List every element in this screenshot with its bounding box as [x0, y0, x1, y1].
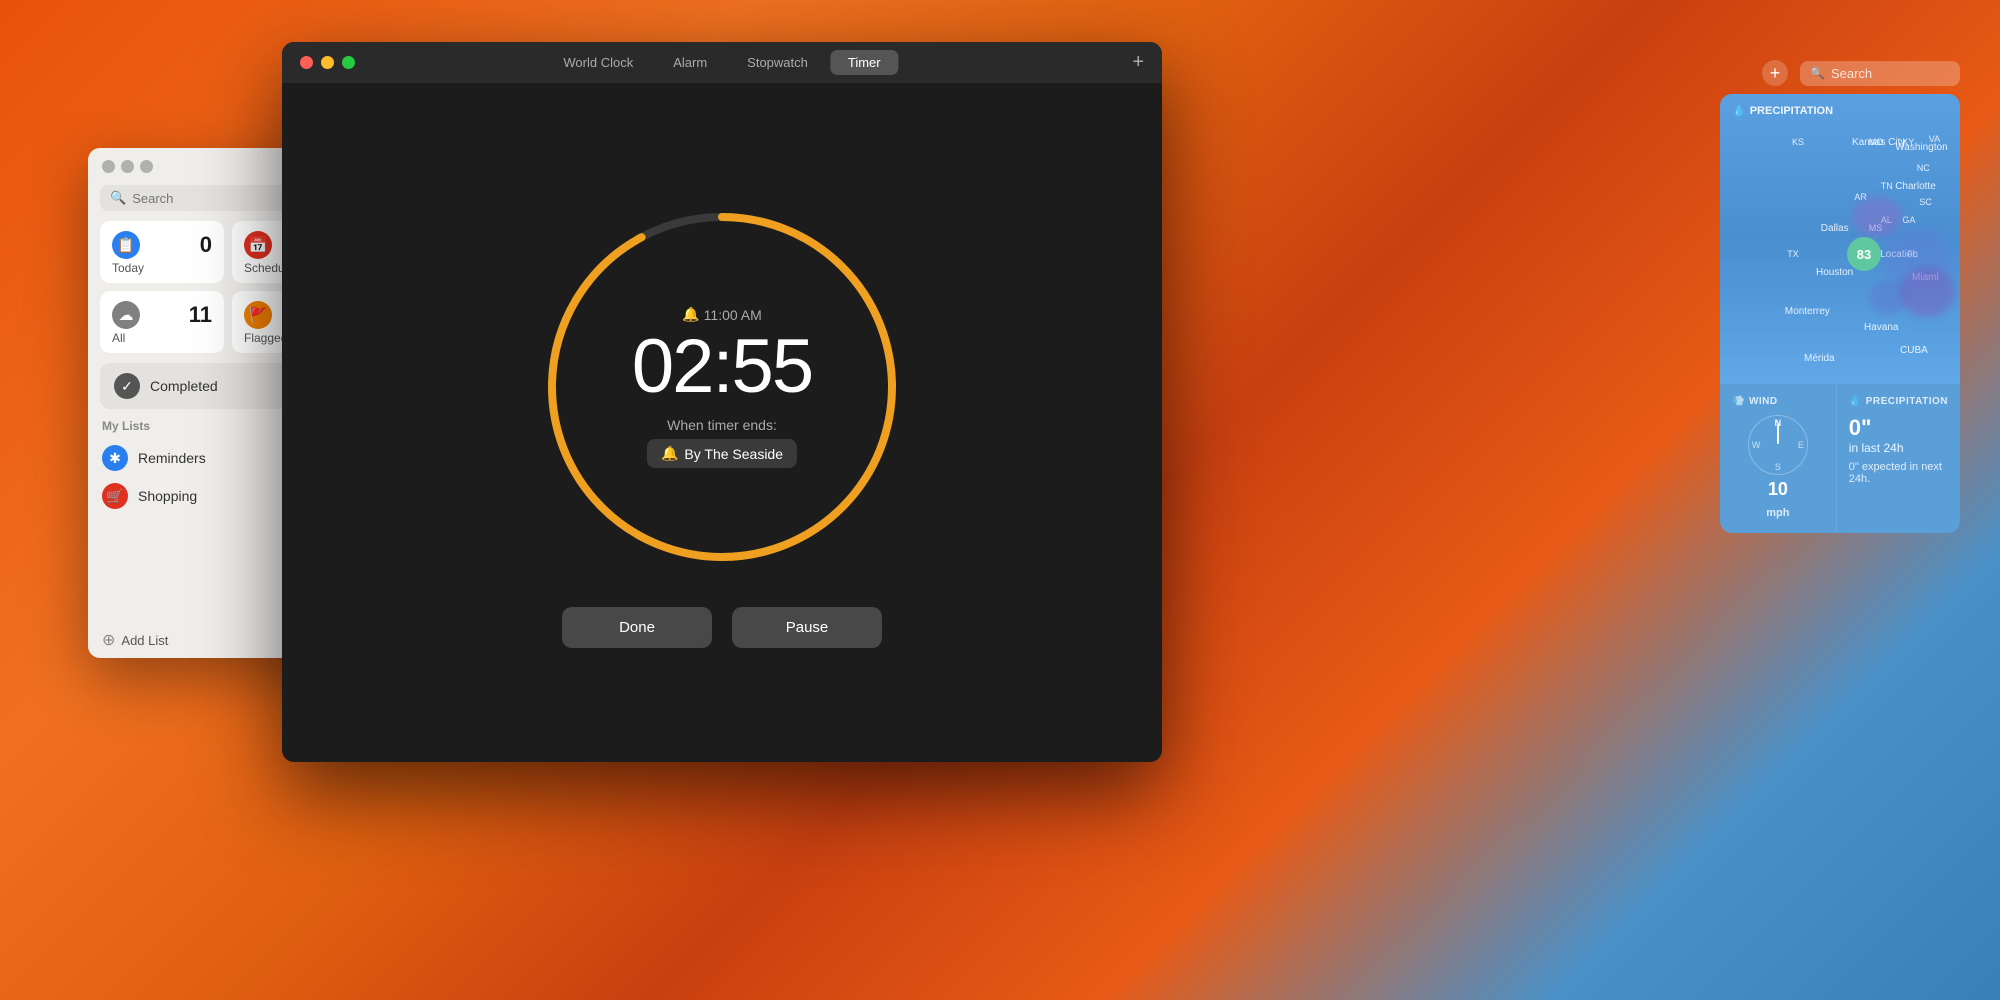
weather-add-button[interactable]: + — [1762, 60, 1788, 86]
precip-amount-label-text: PRECIPITATION — [1866, 396, 1948, 407]
completed-label: Completed — [150, 378, 218, 394]
search-icon: 🔍 — [110, 190, 126, 206]
completed-check-icon: ✓ — [114, 373, 140, 399]
scheduled-icon: 📅 — [244, 231, 272, 259]
compass-needle — [1777, 424, 1779, 444]
timer-inner: 🔔 11:00 AM 02:55 When timer ends: 🔔 By T… — [632, 306, 812, 468]
label-tn: TN — [1881, 181, 1893, 191]
label-tx: TX — [1787, 249, 1799, 259]
label-mo: MO — [1869, 137, 1884, 147]
compass-w-label: W — [1752, 440, 1761, 450]
clock-close-button[interactable] — [300, 56, 313, 69]
precip-amount-label: 💧 PRECIPITATION — [1849, 396, 1948, 407]
label-sc: SC — [1919, 197, 1932, 207]
precip-amount-value: 0" — [1849, 415, 1948, 441]
timer-sound-name: By The Seaside — [684, 446, 783, 462]
timer-circle-container: 🔔 11:00 AM 02:55 When timer ends: 🔔 By T… — [532, 197, 912, 577]
weather-bottom-cards: 💨 WIND N S E W 10 mph 💧 PRECIPITATIO — [1720, 384, 1960, 533]
city-cuba: CUBA — [1900, 345, 1928, 356]
weather-search-bar[interactable]: 🔍 — [1800, 61, 1960, 86]
shopping-list-icon: 🛒 — [102, 483, 128, 509]
city-dallas: Dallas — [1821, 223, 1849, 234]
add-list-icon: ⊕ — [102, 630, 115, 650]
timer-done-button[interactable]: Done — [562, 607, 712, 648]
weather-precip-header: 💧 PRECIPITATION — [1732, 104, 1833, 117]
tab-world-clock[interactable]: World Clock — [545, 50, 651, 75]
weather-map: 💧 PRECIPITATION Kansas City Washington C… — [1720, 94, 1960, 384]
city-havana: Havana — [1864, 322, 1898, 333]
weather-precipitation-card: 💧 PRECIPITATION 0" in last 24h 0" expect… — [1837, 384, 1960, 533]
minimize-button[interactable] — [121, 160, 134, 173]
weather-topbar: + 🔍 — [1720, 60, 1960, 94]
grid-item-today[interactable]: 📋 0 Today — [100, 221, 224, 283]
all-label: All — [112, 331, 212, 345]
timer-alarm-label: 🔔 11:00 AM — [682, 306, 762, 323]
wind-label-text: WIND — [1749, 396, 1778, 407]
wind-label: 💨 WIND — [1732, 396, 1824, 407]
close-button[interactable] — [102, 160, 115, 173]
clock-panel: World Clock Alarm Stopwatch Timer + 🔔 11… — [282, 42, 1162, 762]
today-count: 0 — [200, 232, 212, 258]
temp-bubble: 83 — [1847, 237, 1881, 271]
sound-emoji-icon: 🔔 — [661, 445, 678, 462]
clock-titlebar: World Clock Alarm Stopwatch Timer + — [282, 42, 1162, 83]
wind-compass: N S E W — [1748, 415, 1808, 475]
clock-minimize-button[interactable] — [321, 56, 334, 69]
tab-timer[interactable]: Timer — [830, 50, 899, 75]
add-list-label: Add List — [121, 633, 168, 648]
grid-item-all[interactable]: ☁ 11 All — [100, 291, 224, 353]
today-label: Today — [112, 261, 212, 275]
wind-unit: mph — [1766, 507, 1789, 519]
precip-blob-4 — [1869, 280, 1909, 315]
clock-add-button[interactable]: + — [1132, 51, 1144, 74]
label-va: VA — [1929, 134, 1940, 144]
weather-panel: + 🔍 💧 PRECIPITATION Kansas City Washingt… — [1720, 60, 1960, 533]
precip-icon: 💧 — [1732, 104, 1746, 117]
city-charlotte: Charlotte — [1895, 181, 1936, 192]
reminders-list-icon: ✱ — [102, 445, 128, 471]
precip-amount-icon: 💧 — [1849, 396, 1862, 407]
timer-pause-button[interactable]: Pause — [732, 607, 882, 648]
precip-blob-1 — [1852, 197, 1902, 237]
city-houston: Houston — [1816, 267, 1853, 278]
flagged-icon: 🚩 — [244, 301, 272, 329]
timer-buttons: Done Pause — [562, 607, 882, 648]
maximize-button[interactable] — [140, 160, 153, 173]
timer-sound-button[interactable]: 🔔 By The Seaside — [647, 439, 797, 468]
city-monterrey: Monterrey — [1785, 306, 1830, 317]
all-count: 11 — [189, 302, 212, 328]
label-nc: NC — [1917, 163, 1930, 173]
timer-when-ends-label: When timer ends: — [667, 417, 777, 433]
label-ga: GA — [1902, 215, 1915, 225]
compass-e-label: E — [1798, 440, 1804, 450]
timer-display: 02:55 — [632, 329, 812, 405]
all-icon: ☁ — [112, 301, 140, 329]
alarm-time: 11:00 AM — [704, 307, 762, 323]
city-merida: Mérida — [1804, 353, 1835, 364]
compass-s-label: S — [1775, 462, 1781, 472]
today-icon: 📋 — [112, 231, 140, 259]
weather-wind-card: 💨 WIND N S E W 10 mph — [1720, 384, 1837, 533]
label-ks: KS — [1792, 137, 1804, 147]
clock-body: 🔔 11:00 AM 02:55 When timer ends: 🔔 By T… — [282, 83, 1162, 762]
map-overlay: Kansas City Washington Charlotte Dallas … — [1720, 124, 1960, 384]
label-ky: KY — [1902, 137, 1914, 147]
weather-search-input[interactable] — [1831, 66, 1950, 81]
weather-main-card: 💧 PRECIPITATION Kansas City Washington C… — [1720, 94, 1960, 384]
clock-maximize-button[interactable] — [342, 56, 355, 69]
weather-search-icon: 🔍 — [1810, 66, 1825, 80]
clock-tabs: World Clock Alarm Stopwatch Timer — [545, 50, 898, 75]
wind-speed: 10 mph — [1732, 479, 1824, 521]
bell-icon: 🔔 — [682, 306, 699, 323]
precip-expected: 0" expected in next 24h. — [1849, 461, 1948, 485]
tab-stopwatch[interactable]: Stopwatch — [729, 50, 826, 75]
tab-alarm[interactable]: Alarm — [655, 50, 725, 75]
precip-in-last-24h: in last 24h — [1849, 441, 1948, 455]
wind-icon: 💨 — [1732, 396, 1745, 407]
precip-header-label: PRECIPITATION — [1750, 105, 1833, 117]
